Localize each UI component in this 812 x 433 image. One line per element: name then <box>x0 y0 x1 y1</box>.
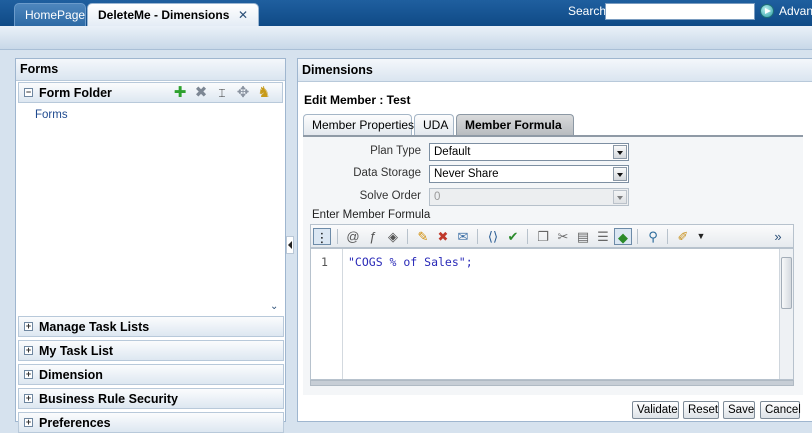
dimensions-panel-title: Dimensions <box>298 59 812 82</box>
add-folder-icon[interactable]: ✚ <box>172 85 188 101</box>
form-folder-header[interactable]: − Form Folder ✚ ✖ ⌶ ✥ ♞ <box>18 82 283 103</box>
uncomment-icon[interactable]: ✖ <box>434 228 452 245</box>
save-button[interactable]: Save <box>723 401 755 419</box>
format-icon[interactable]: ✐ <box>674 228 692 245</box>
tab-deleteme-dimensions[interactable]: DeleteMe - Dimensions ✕ <box>87 3 259 26</box>
accordion-manage-task-lists[interactable]: + Manage Task Lists <box>18 316 284 337</box>
dropdown-arrow-icon[interactable] <box>613 145 627 159</box>
solve-order-label: Solve Order <box>359 190 421 202</box>
edit-member-title: Edit Member : Test <box>304 93 411 107</box>
expand-icon: + <box>24 417 33 427</box>
editor-resize-bar[interactable] <box>310 380 794 386</box>
form-folder-title: Form Folder <box>39 86 112 100</box>
accordion-label: Manage Task Lists <box>39 320 150 334</box>
accordion-dimension[interactable]: + Dimension <box>18 364 284 385</box>
plan-type-label: Plan Type <box>370 145 421 157</box>
accordion-preferences[interactable]: + Preferences <box>18 412 284 433</box>
forms-folder-item[interactable]: Forms <box>35 109 68 121</box>
search-input[interactable] <box>605 3 755 20</box>
expand-icon: + <box>24 321 33 331</box>
formula-editor-toolbar: ⋮ @ ƒ ◈ ✎ ✖ ✉ ⟨⟩ ✔ ❐ ✂ ▤ ☰ ◆ ⚲ ✐ ▼ » <box>310 224 794 248</box>
comment-icon[interactable]: ✎ <box>414 228 432 245</box>
paste-icon[interactable]: ▤ <box>574 228 592 245</box>
data-storage-value: Never Share <box>434 168 499 180</box>
tab-dimensions-label: DeleteMe - Dimensions <box>98 8 230 22</box>
editor-scrollbar[interactable] <box>779 249 793 379</box>
dropdown-arrow-icon[interactable] <box>613 167 627 181</box>
chevron-down-icon[interactable]: ▼ <box>692 228 710 245</box>
solve-order-row: Solve Order 0 <box>303 187 803 207</box>
formula-code-line[interactable]: "COGS % of Sales"; <box>348 255 473 269</box>
search-replace-icon[interactable]: ⚲ <box>644 228 662 245</box>
accordion-business-rule-security[interactable]: + Business Rule Security <box>18 388 284 409</box>
scrollbar-thumb[interactable] <box>781 257 792 309</box>
speech-icon[interactable]: ✉ <box>454 228 472 245</box>
expand-icon: + <box>24 345 33 355</box>
more-tools-icon[interactable]: » <box>769 228 787 245</box>
variable-icon[interactable]: ◈ <box>384 228 402 245</box>
function-icon[interactable]: ƒ <box>364 228 382 245</box>
search-label: Search <box>568 4 607 18</box>
line-number: 1 <box>321 255 328 269</box>
member-tabs: Member Properties UDA Member Formula <box>303 114 803 136</box>
expand-icon: + <box>24 393 33 403</box>
enter-formula-label: Enter Member Formula <box>312 209 431 221</box>
copy-icon[interactable]: ❐ <box>534 228 552 245</box>
dimensions-panel: Dimensions Edit Member : Test Member Pro… <box>297 58 812 422</box>
brackets-icon[interactable]: ⟨⟩ <box>484 228 502 245</box>
validate-check-icon[interactable]: ✔ <box>504 228 522 245</box>
tab-label: UDA <box>423 118 449 132</box>
plan-type-select[interactable]: Default <box>429 143 629 161</box>
advanced-search-link[interactable]: Advanc <box>779 4 812 18</box>
tab-member-properties[interactable]: Member Properties <box>303 114 415 135</box>
delete-icon[interactable]: ✖ <box>193 85 209 101</box>
plan-type-value: Default <box>434 146 471 158</box>
reset-button[interactable]: Reset <box>683 401 719 419</box>
cancel-button[interactable]: Cancel <box>760 401 801 419</box>
data-storage-row: Data Storage Never Share <box>303 164 803 184</box>
cut-icon[interactable]: ✂ <box>554 228 572 245</box>
solve-order-input: 0 <box>429 188 629 206</box>
tab-uda[interactable]: UDA <box>414 114 454 135</box>
accordion-label: Dimension <box>39 368 103 382</box>
move-icon[interactable]: ✥ <box>235 85 251 101</box>
assign-access-icon[interactable]: ♞ <box>256 85 272 101</box>
collapse-icon[interactable]: − <box>24 88 33 97</box>
accordion-my-task-list[interactable]: + My Task List <box>18 340 284 361</box>
accordion-label: Business Rule Security <box>39 392 178 406</box>
close-icon[interactable]: ✕ <box>238 4 248 26</box>
formula-editor[interactable]: 1 "COGS % of Sales"; <box>310 248 794 380</box>
plan-type-row: Plan Type Default <box>303 142 803 162</box>
dropdown-arrow-icon <box>613 190 627 204</box>
rename-icon[interactable]: ⌶ <box>214 85 230 101</box>
go-arrow-icon[interactable] <box>760 4 774 18</box>
tab-label: Member Properties <box>312 118 415 132</box>
find-icon[interactable]: ☰ <box>594 228 612 245</box>
data-storage-label: Data Storage <box>353 167 421 179</box>
solve-order-value: 0 <box>434 191 441 203</box>
forms-panel-title: Forms <box>16 59 285 81</box>
data-storage-select[interactable]: Never Share <box>429 165 629 183</box>
tab-label: Member Formula <box>465 118 562 132</box>
member-selection-icon[interactable]: @ <box>344 228 362 245</box>
line-numbers-icon[interactable]: ⋮ <box>313 228 331 245</box>
tab-member-formula[interactable]: Member Formula <box>456 114 574 135</box>
line-number-gutter: 1 <box>311 249 343 379</box>
expand-icon: + <box>24 369 33 379</box>
collapse-panel-handle[interactable] <box>286 236 294 254</box>
validate-button[interactable]: Validate <box>632 401 679 419</box>
top-bar: HomePage DeleteMe - Dimensions ✕ Search … <box>0 0 812 26</box>
accordion-label: My Task List <box>39 344 114 358</box>
tab-homepage[interactable]: HomePage <box>14 3 86 26</box>
chevron-down-icon[interactable]: ⌄ <box>270 301 278 312</box>
member-formula-tab-body: Plan Type Default Data Storage Never Sha… <box>303 135 803 395</box>
forms-panel: Forms − Form Folder ✚ ✖ ⌶ ✥ ♞ Forms ⌄ + … <box>15 58 286 433</box>
toolbar-strip <box>0 26 812 50</box>
syntax-highlight-icon[interactable]: ◆ <box>614 228 632 245</box>
tab-homepage-label: HomePage <box>25 8 86 22</box>
accordion-label: Preferences <box>39 416 111 430</box>
